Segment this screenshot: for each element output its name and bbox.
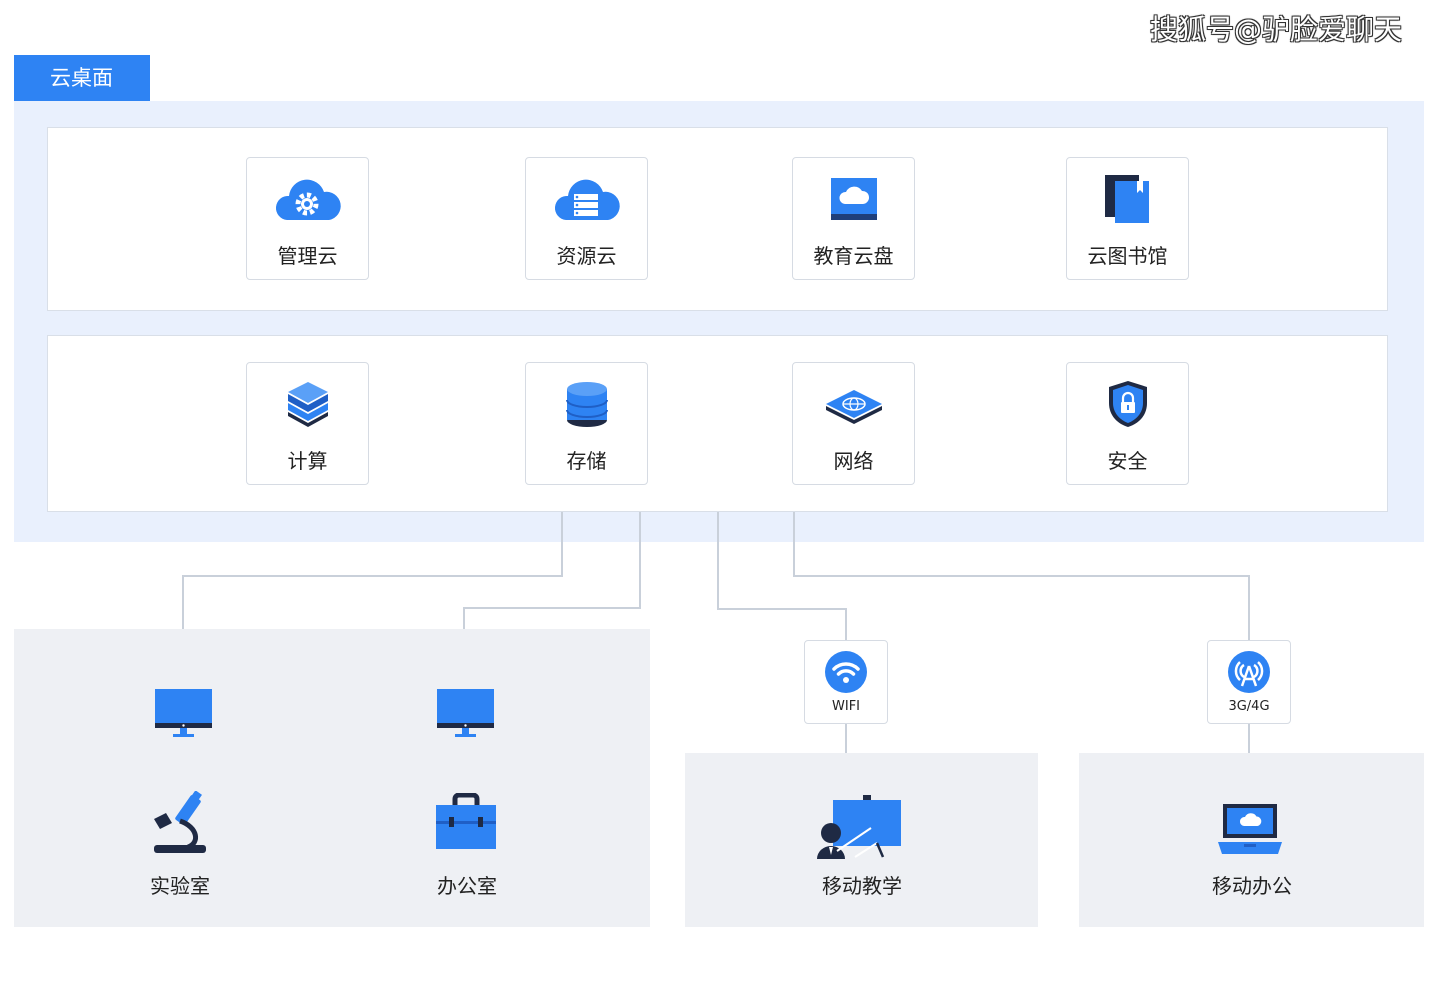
connector-cellular[interactable]: 3G/4G (1207, 640, 1291, 724)
teaching-board-icon (815, 795, 905, 865)
scenario-label-mobile-office: 移动办公 (1212, 874, 1292, 898)
database-icon (526, 377, 647, 431)
shield-lock-icon (1067, 377, 1188, 431)
card-label: 管理云 (277, 244, 338, 268)
monitor-icon (437, 689, 494, 743)
microscope-icon (150, 790, 210, 859)
cloud-disk-icon (793, 172, 914, 226)
connector-wifi[interactable]: WIFI (804, 640, 888, 724)
scenario-label-mobile-teaching: 移动教学 (822, 874, 902, 898)
card-label: 网络 (833, 449, 874, 473)
zone-campus (14, 629, 650, 927)
card-label: 云图书馆 (1087, 244, 1168, 268)
server-cloud-icon (526, 172, 647, 226)
cellular-antenna-icon (1208, 650, 1290, 694)
library-books-icon (1067, 172, 1188, 226)
gear-cloud-icon (247, 172, 368, 226)
card-storage[interactable]: 存储 (525, 362, 648, 485)
card-resource-cloud[interactable]: 资源云 (525, 157, 648, 280)
connector-label: WIFI (832, 699, 860, 714)
card-education-cloud-disk[interactable]: 教育云盘 (792, 157, 915, 280)
card-security[interactable]: 安全 (1066, 362, 1189, 485)
scenario-label-office: 办公室 (437, 874, 497, 898)
card-network[interactable]: 网络 (792, 362, 915, 485)
card-management-cloud[interactable]: 管理云 (246, 157, 369, 280)
line-cellular (793, 512, 1250, 640)
card-label: 安全 (1107, 449, 1148, 473)
scenario-label-lab: 实验室 (150, 874, 210, 898)
network-switch-icon (793, 377, 914, 431)
card-cloud-library[interactable]: 云图书馆 (1066, 157, 1189, 280)
card-label: 教育云盘 (813, 244, 894, 268)
briefcase-icon (435, 792, 497, 855)
monitor-icon (155, 689, 212, 743)
layers-icon (247, 377, 368, 431)
card-label: 存储 (566, 449, 607, 473)
card-label: 计算 (287, 449, 328, 473)
connector-label: 3G/4G (1228, 699, 1270, 714)
wifi-icon (805, 650, 887, 694)
card-compute[interactable]: 计算 (246, 362, 369, 485)
card-label: 资源云 (556, 244, 617, 268)
laptop-cloud-icon (1217, 802, 1283, 860)
